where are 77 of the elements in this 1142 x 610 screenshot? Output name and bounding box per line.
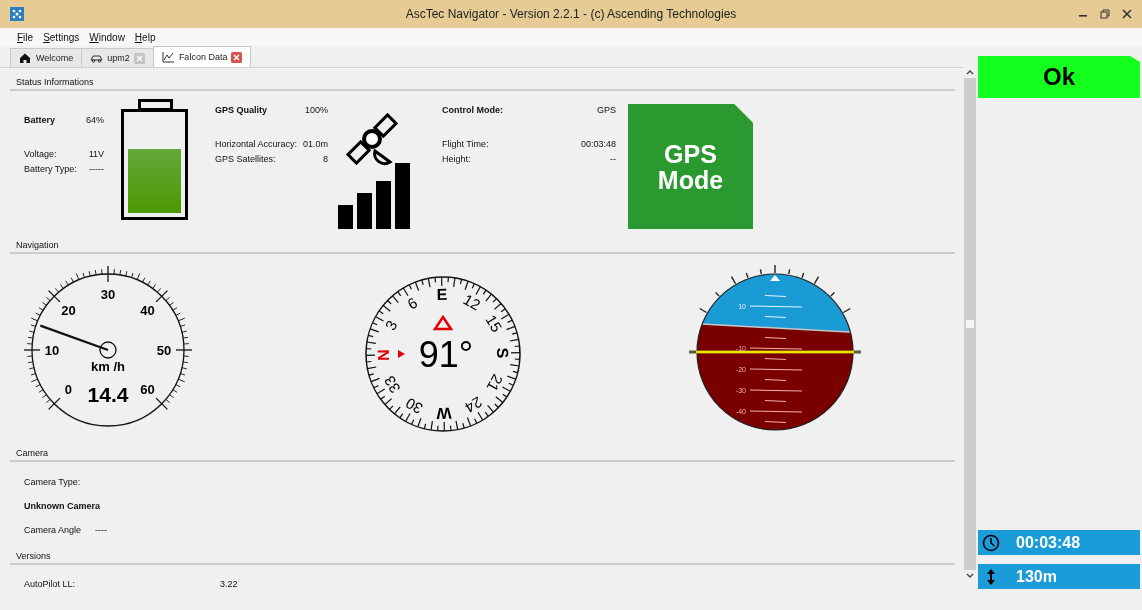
- field-value: --: [609, 154, 616, 164]
- field-label: Flight Time:: [442, 139, 490, 149]
- field-title: Control Mode:: [442, 105, 504, 115]
- flight-time: 00:03:48: [1016, 533, 1081, 552]
- compass-label: N: [374, 349, 393, 361]
- field-value: 01.0m: [303, 139, 329, 149]
- field-value: -----: [88, 164, 104, 174]
- field-label: Battery Type:: [24, 164, 78, 174]
- signal-bars-icon: [338, 163, 410, 229]
- scale-label: 40: [140, 302, 155, 318]
- tab[interactable]: Welcome: [10, 48, 83, 67]
- section-title: Versions: [10, 542, 955, 565]
- field-label: Camera Type:: [24, 477, 81, 487]
- section-title: Camera: [10, 439, 955, 462]
- speed-reading: 14.4: [87, 383, 129, 406]
- scale-label: 50: [156, 342, 172, 358]
- field-title: GPS Quality: [215, 105, 268, 115]
- scroll-down-icon[interactable]: [966, 573, 974, 579]
- compass-label: 6: [404, 293, 421, 313]
- clock-icon: [982, 533, 1000, 552]
- window-title: AscTec Navigator - Version 2.2.1 - (c) Ascending Technologies: [404, 7, 738, 21]
- menu-item[interactable]: Help: [129, 31, 161, 43]
- restore-icon[interactable]: [1100, 9, 1110, 19]
- scrollbar-grip[interactable]: [966, 320, 974, 328]
- close-icon[interactable]: [231, 51, 243, 63]
- field-value: 100%: [304, 105, 329, 115]
- compass-label: 15: [482, 311, 506, 335]
- field-label: AutoPilot LL:: [24, 579, 77, 589]
- compass-label: S: [493, 347, 512, 359]
- menu-item[interactable]: Settings: [38, 31, 85, 43]
- compass-label: 3: [381, 317, 401, 333]
- mode-label: GPS Mode: [657, 140, 724, 193]
- menu-item[interactable]: Window: [84, 31, 130, 43]
- height: 130m: [1016, 567, 1057, 586]
- scale-label: 10: [44, 342, 60, 358]
- chart-icon: [161, 51, 175, 63]
- scale-label: 60: [140, 382, 155, 398]
- heading-reading: 91°: [418, 334, 474, 375]
- field-value: 11V: [87, 149, 104, 159]
- menu-item[interactable]: File: [12, 31, 39, 43]
- house-icon: [19, 52, 32, 64]
- vehicle-icon: [90, 52, 104, 64]
- compass-label: 21: [483, 371, 507, 395]
- north-pointer-icon: [398, 350, 405, 358]
- scroll-up-icon[interactable]: [966, 69, 974, 75]
- field-label: Height:: [442, 154, 472, 164]
- scrollbar[interactable]: [964, 69, 976, 579]
- tab[interactable]: upm2: [81, 48, 154, 67]
- tab[interactable]: Falcon Data: [152, 46, 252, 67]
- compass-label: W: [436, 404, 452, 423]
- app-icon: [10, 7, 24, 21]
- scale-label: 30: [100, 286, 116, 302]
- field-value: 3.22: [220, 579, 238, 589]
- field-value: ----: [95, 525, 108, 535]
- field-value: 00:03:48: [579, 139, 616, 149]
- field-value: 8: [322, 154, 329, 164]
- field-value: GPS: [596, 105, 616, 115]
- field-label: Voltage:: [24, 149, 58, 159]
- field-label: GPS Satellites:: [215, 154, 277, 164]
- compass-label: 30: [402, 394, 426, 418]
- compass-label: 33: [380, 373, 404, 397]
- compass-label: 24: [462, 393, 486, 417]
- compass-label: 12: [460, 290, 484, 314]
- section-title: Navigation: [10, 231, 955, 254]
- field-label: Camera Angle: [24, 525, 82, 535]
- field-value: 64%: [85, 115, 104, 125]
- scale-label: 20: [61, 302, 76, 318]
- status-badge: Ok: [978, 56, 1140, 98]
- field-label: Horizontal Accuracy:: [215, 139, 298, 149]
- compass-label: E: [436, 285, 448, 304]
- section-title: Status Informations: [10, 68, 955, 91]
- unit-label: km /h: [91, 359, 125, 374]
- heading-marker-icon: [432, 314, 454, 331]
- scale-label: 0: [64, 382, 72, 398]
- field-value: Unknown Camera: [24, 501, 101, 511]
- field-title: Battery: [24, 115, 56, 125]
- close-icon[interactable]: [1122, 9, 1132, 19]
